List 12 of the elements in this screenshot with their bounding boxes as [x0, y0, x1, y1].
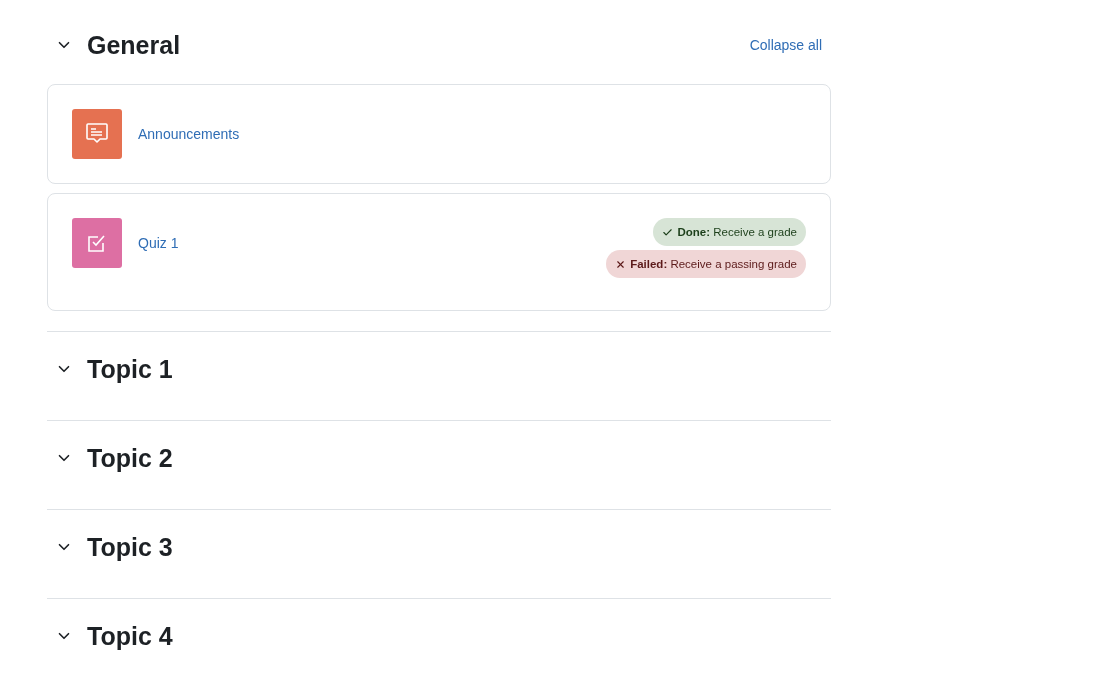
collapse-all-link[interactable]: Collapse all [749, 37, 822, 53]
completion-badge: Done: Receive a grade [653, 218, 806, 246]
activity-link[interactable]: Announcements [138, 109, 806, 159]
close-icon [615, 258, 627, 270]
section-title: Topic 1 [87, 354, 174, 384]
section-title: Topic 4 [87, 621, 174, 651]
check-icon [662, 226, 674, 238]
activity-link[interactable]: Quiz 1 [138, 218, 607, 268]
section-title: Topic 2 [87, 443, 174, 473]
section-title: General [87, 30, 182, 60]
section-title: Topic 3 [87, 532, 174, 562]
completion-badge: Failed: Receive a passing grade [606, 250, 806, 278]
